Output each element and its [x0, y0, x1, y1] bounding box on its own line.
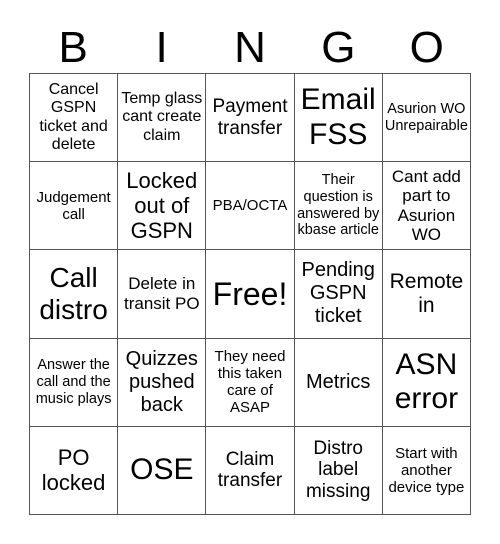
cell-text: Asurion WO Unrepairable — [384, 100, 468, 134]
cell-text: PBA/OCTA — [212, 197, 288, 215]
bingo-header: B I N G O — [29, 24, 471, 72]
bingo-cell-r4c3[interactable]: They need this taken care of ASAP — [206, 338, 295, 427]
bingo-cell-r5c3[interactable]: Claim transfer — [206, 426, 295, 515]
header-letter-o: O — [409, 23, 444, 72]
bingo-cell-r1c1[interactable]: Cancel GSPN ticket and delete — [30, 74, 119, 163]
cell-text-free: Free! — [212, 275, 288, 312]
bingo-cell-r3c5[interactable]: Remote in — [382, 250, 471, 339]
cell-text: Email FSS — [300, 83, 376, 151]
bingo-cell-r4c2[interactable]: Quizzes pushed back — [118, 338, 207, 427]
bingo-cell-r2c2[interactable]: Locked out of GSPN — [118, 162, 207, 251]
cell-text: Temp glass cant create claim — [121, 90, 203, 144]
bingo-cell-r3c4[interactable]: Pending GSPN ticket — [294, 250, 383, 339]
cell-text: Quizzes pushed back — [125, 347, 198, 416]
bingo-cell-r2c1[interactable]: Judgement call — [30, 162, 119, 251]
bingo-cell-free[interactable]: Free! — [206, 250, 295, 339]
cell-text: Pending GSPN ticket — [301, 259, 375, 328]
cell-text: Cancel GSPN ticket and delete — [39, 80, 108, 153]
header-letter-i: I — [155, 23, 168, 72]
cell-text: Distro label missing — [305, 437, 371, 503]
cell-text: Payment transfer — [212, 95, 288, 139]
bingo-cell-r3c2[interactable]: Delete in transit PO — [118, 250, 207, 339]
cell-text: Metrics — [305, 370, 371, 393]
cell-text: Cant add part to Asurion WO — [391, 166, 461, 245]
bingo-cell-r4c1[interactable]: Answer the call and the music plays — [30, 338, 119, 427]
cell-text: Claim transfer — [217, 448, 283, 492]
bingo-cell-r5c5[interactable]: Start with another device type — [382, 426, 471, 515]
bingo-cell-r4c5[interactable]: ASN error — [382, 338, 471, 427]
cell-text: Their question is answered by kbase arti… — [297, 172, 380, 239]
bingo-cell-r5c1[interactable]: PO locked — [30, 426, 119, 515]
bingo-cell-r2c5[interactable]: Cant add part to Asurion WO — [382, 162, 471, 251]
bingo-cell-r5c2[interactable]: OSE — [118, 426, 207, 515]
header-letter-g: G — [321, 23, 356, 72]
bingo-cell-r3c1[interactable]: Call distro — [30, 250, 119, 339]
bingo-cell-r2c4[interactable]: Their question is answered by kbase arti… — [294, 162, 383, 251]
bingo-cell-r1c2[interactable]: Temp glass cant create claim — [118, 74, 207, 163]
header-letter-b: B — [58, 23, 88, 72]
cell-text: Answer the call and the music plays — [35, 357, 112, 407]
cell-text: PO locked — [41, 445, 106, 496]
bingo-cell-r1c3[interactable]: Payment transfer — [206, 74, 295, 163]
cell-text: They need this taken care of ASAP — [214, 347, 286, 417]
cell-text: OSE — [130, 453, 194, 487]
bingo-cell-r2c3[interactable]: PBA/OCTA — [206, 162, 295, 251]
bingo-cell-r1c4[interactable]: Email FSS — [294, 74, 383, 163]
bingo-cell-r5c4[interactable]: Distro label missing — [294, 426, 383, 515]
bingo-cell-r1c5[interactable]: Asurion WO Unrepairable — [382, 74, 471, 163]
header-letter-n: N — [234, 23, 266, 72]
cell-text: Judgement call — [36, 188, 111, 223]
cell-text: Start with another device type — [388, 444, 465, 497]
cell-text: Call distro — [39, 261, 108, 325]
bingo-cell-r4c4[interactable]: Metrics — [294, 338, 383, 427]
bingo-grid: Cancel GSPN ticket and delete Temp glass… — [29, 73, 471, 515]
cell-text: Delete in transit PO — [123, 274, 200, 313]
cell-text: Locked out of GSPN — [126, 167, 198, 244]
cell-text: Remote in — [389, 269, 464, 317]
cell-text: ASN error — [394, 347, 459, 416]
